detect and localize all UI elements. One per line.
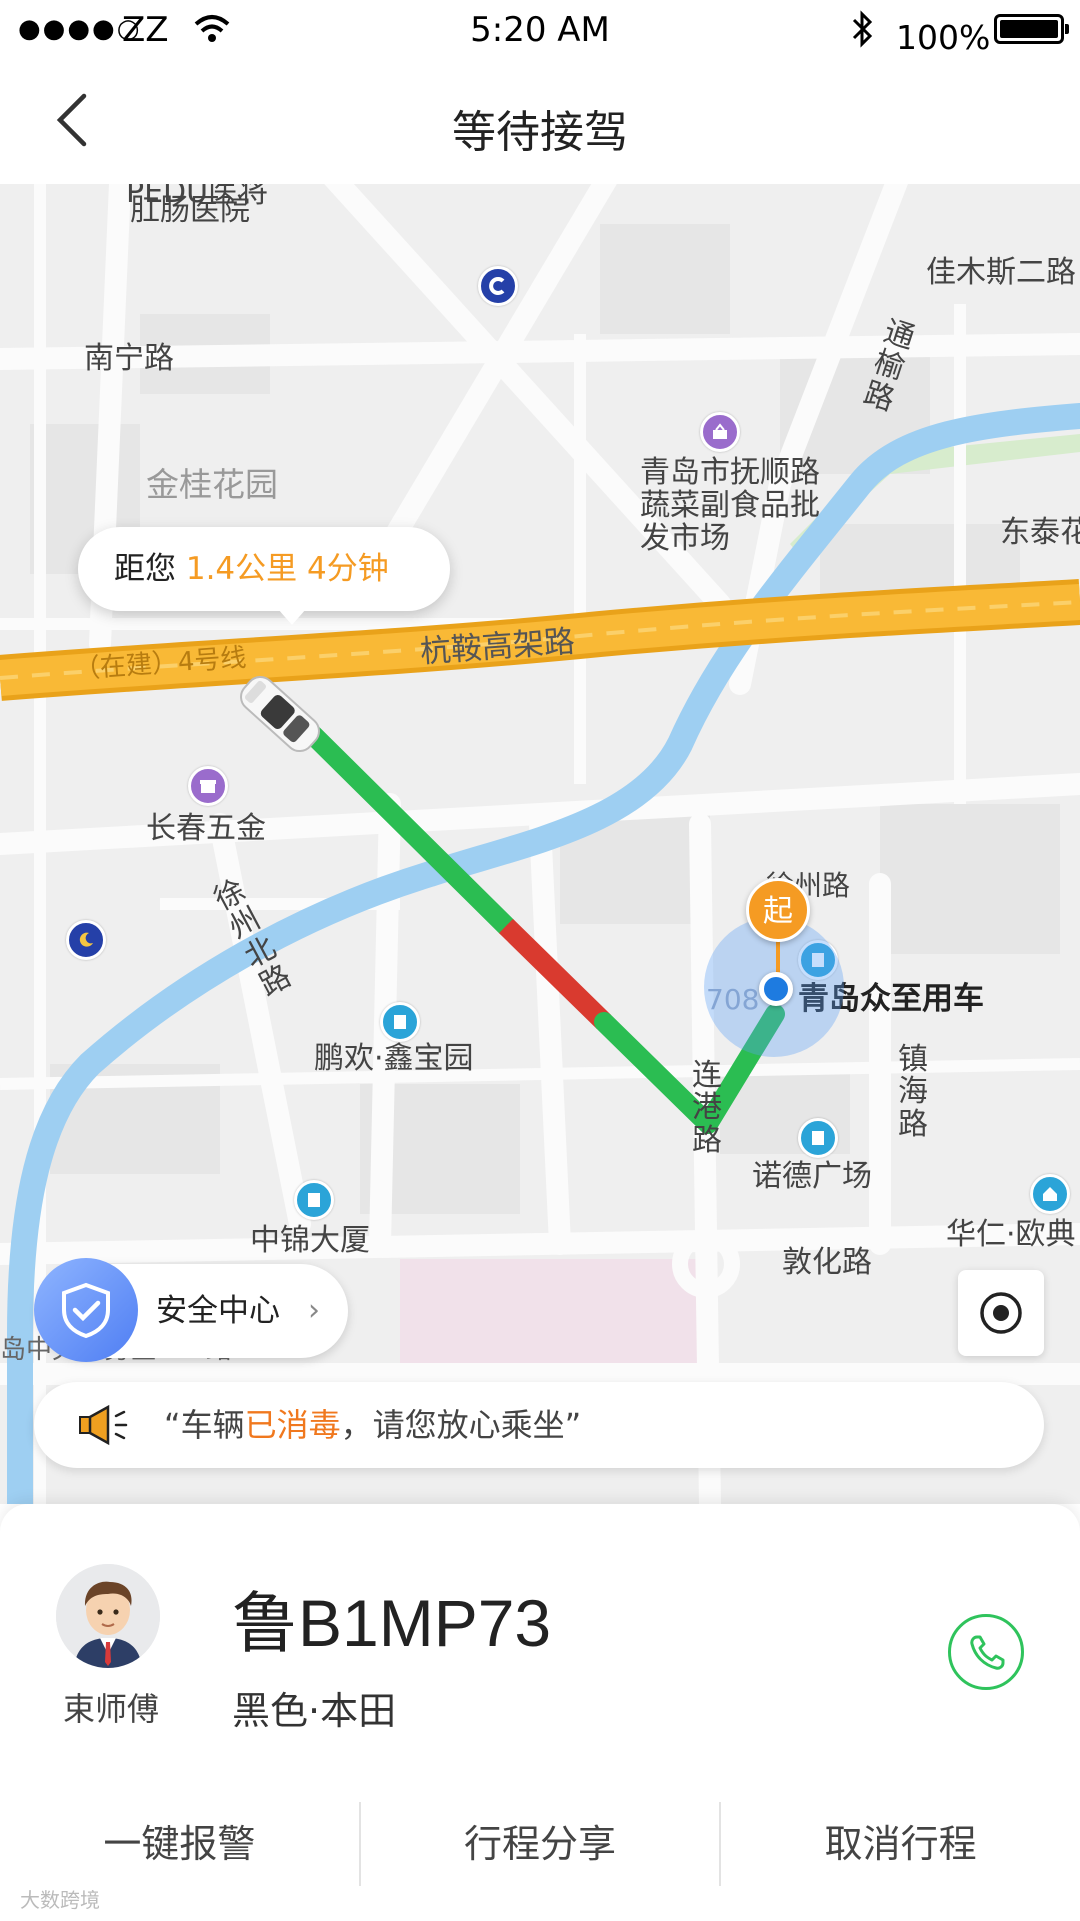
driver-name: 束师傅 <box>62 1690 159 1728</box>
notice-prefix: “车辆 <box>164 1406 245 1444</box>
residence-poi-icon <box>1030 1174 1070 1214</box>
map-label-nanning-road: 南宁路 <box>84 341 174 376</box>
disinfection-notice-banner: “车辆已消毒，请您放心乘坐” <box>34 1382 1044 1468</box>
license-plate: 鲁B1MP73 <box>232 1586 552 1660</box>
megaphone-icon <box>78 1404 134 1450</box>
status-bar: ●●●●○ ZZ 5:20 AM 100% <box>0 0 1080 62</box>
safety-center-button[interactable]: 安全中心 › <box>34 1258 348 1362</box>
notice-suffix: ，请您放心乘坐” <box>340 1406 582 1444</box>
bluetooth-icon <box>850 8 876 54</box>
store-poi-icon <box>188 766 228 806</box>
call-driver-button[interactable] <box>948 1614 1024 1690</box>
eta-value: 4分钟 <box>307 551 389 587</box>
notice-highlight: 已消毒 <box>244 1406 341 1444</box>
battery-icon <box>994 14 1069 44</box>
driver-avatar-icon <box>56 1564 160 1668</box>
map-label-zhongjin: 中锦大厦 <box>250 1223 370 1258</box>
map-label-dongtai: 东泰花 <box>1000 515 1080 550</box>
map-label-zhenhai-road: 镇海路 <box>898 1042 928 1142</box>
tower-poi-icon <box>294 1180 334 1220</box>
map-label-jinguihuayuan: 金桂花园 <box>146 465 278 504</box>
map-label-market: 青岛市抚顺路蔬菜副食品批发市场 <box>640 455 820 556</box>
hotel-poi-icon <box>66 920 106 960</box>
bank-poi-icon <box>478 266 518 306</box>
navigation-bar: 等待接驾 <box>0 62 1080 184</box>
watermark: 大数跨境 <box>20 1888 100 1912</box>
driver-info-panel: 束师傅 鲁B1MP73 黑色·本田 一键报警 行程分享 取消行程 <box>0 1504 1080 1921</box>
battery-percentage: 100% <box>896 18 991 57</box>
map-label-nuode: 诺德广场 <box>752 1159 872 1194</box>
locate-me-button[interactable] <box>958 1270 1044 1356</box>
pickup-pin: 起 <box>746 878 810 942</box>
notice-text: “车辆已消毒，请您放心乘坐” <box>164 1382 581 1468</box>
emergency-alarm-button[interactable]: 一键报警 <box>0 1794 359 1894</box>
share-trip-button[interactable]: 行程分享 <box>361 1794 720 1894</box>
map-label-liangang-road: 连港路 <box>692 1058 722 1158</box>
map-label-huaren: 华仁·欧典 <box>946 1217 1076 1252</box>
plaza-poi-icon <box>798 1118 838 1158</box>
phone-icon <box>970 1635 1005 1670</box>
distance-prefix: 距您 <box>114 551 176 587</box>
building-poi-icon <box>380 1002 420 1042</box>
pickup-pin-stem <box>776 940 780 976</box>
map-label-jiamusi-road: 佳木斯二路 <box>926 255 1076 290</box>
car-description: 黑色·本田 <box>232 1689 397 1733</box>
map-view[interactable]: PEDU医将 肛肠医院 南宁路 佳木斯二路 通榆路 金桂花园 青岛市抚顺路蔬菜副… <box>0 184 1080 1504</box>
distance-eta-bubble: 距您 1.4公里 4分钟 <box>78 527 450 625</box>
driver-avatar <box>56 1564 160 1668</box>
distance-value: 1.4公里 <box>185 551 298 587</box>
action-bar: 一键报警 行程分享 取消行程 <box>0 1794 1080 1894</box>
page-title: 等待接驾 <box>452 107 628 158</box>
shield-icon <box>34 1258 138 1362</box>
market-poi-icon <box>700 412 740 452</box>
locate-icon <box>980 1292 1022 1334</box>
chevron-right-icon: › <box>308 1293 320 1328</box>
map-label-dunhua-road: 敦化路 <box>782 1245 872 1280</box>
map-label-hospital: 肛肠医院 <box>130 193 250 228</box>
map-label-penghuan: 鹏欢·鑫宝园 <box>314 1041 474 1076</box>
safety-center-label: 安全中心 <box>156 1293 280 1329</box>
pickup-location-dot <box>759 972 793 1006</box>
map-label-changchun-wujin: 长春五金 <box>146 811 266 846</box>
cancel-trip-button[interactable]: 取消行程 <box>721 1794 1080 1894</box>
